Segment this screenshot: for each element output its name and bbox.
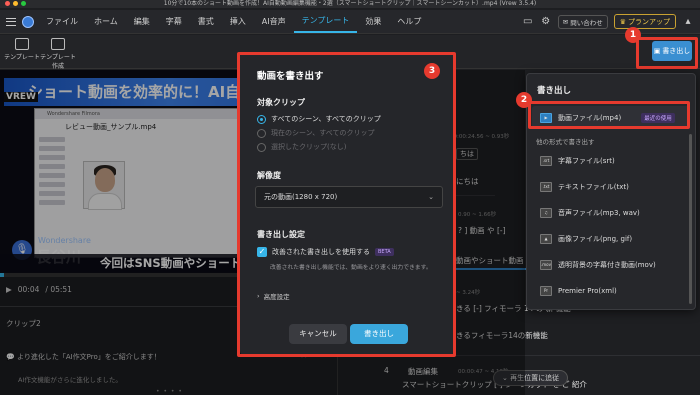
mail-icon: ✉ [562,17,569,26]
menu-template[interactable]: テンプレート [293,10,358,33]
image-icon: ▲ [540,234,552,244]
menu-home[interactable]: ホーム [86,10,126,33]
menu-list: ファイル ホーム 編集 字幕 書式 挿入 AI音声 テンプレート 効果 ヘルプ [38,10,429,33]
menubar: ファイル ホーム 編集 字幕 書式 挿入 AI音声 テンプレート 効果 ヘルプ … [0,10,700,34]
avatar[interactable] [22,15,34,28]
music-icon: ♫ [540,208,552,218]
mov-icon: .mov [540,260,552,270]
maximize-window-button[interactable] [21,1,26,6]
export-image-label: 画像ファイル(png, gif) [558,235,633,243]
menu-subtitle[interactable]: 字幕 [158,10,190,33]
template-create-label-2: 作成 [51,63,64,70]
other-formats-label: 他の形式で書き出す [536,138,595,146]
chevron-up-icon[interactable]: ▴ [682,16,694,28]
step-marker-2: 2 [516,92,532,108]
step-marker-1: 1 [625,27,641,43]
menubar-left [0,10,34,33]
contact-label: 問い合わせ [570,18,603,27]
export-dropdown-title: 書き出し [537,86,572,96]
dropdown-scrollbar[interactable] [689,134,692,304]
export-premiere-item[interactable]: Pr Premier Pro(xml) [540,286,617,296]
hamburger-icon[interactable] [6,17,16,26]
annotation-box-mp4 [528,101,690,129]
premiere-icon: Pr [540,286,552,296]
minimize-window-button[interactable] [13,1,18,6]
annotation-box-dialog [237,52,456,357]
menubar-right: ▭ ⚙ ✉ 問い合わせ ♛ プランアップ ▴ [522,14,694,29]
split-view-icon[interactable]: ▭ [522,16,534,28]
menu-file[interactable]: ファイル [38,10,86,33]
contact-button[interactable]: ✉ 問い合わせ [557,14,608,29]
menu-edit[interactable]: 編集 [126,10,158,33]
menu-effects[interactable]: 効果 [357,10,389,33]
gear-icon[interactable]: ⚙ [540,16,552,28]
app-window: 10分で10本のショート動画を作成！AI自動動画編集機能・2選（スマートショート… [0,0,700,395]
export-txt-label: テキストファイル(txt) [558,183,629,191]
export-audio-item[interactable]: ♫ 音声ファイル(mp3, wav) [540,208,640,218]
plan-label: プランアップ [628,17,670,26]
export-srt-label: 字幕ファイル(srt) [558,157,615,165]
export-audio-label: 音声ファイル(mp3, wav) [558,209,640,217]
srt-icon: .srt [540,156,552,166]
menu-help[interactable]: ヘルプ [389,10,429,33]
window-titlebar: 10分で10本のショート動画を作成！AI自動動画編集機能・2選（スマートショート… [0,0,700,8]
annotation-box-export [636,37,698,69]
template-create-button[interactable]: テンプレート 作成 [40,38,76,70]
window-controls [5,1,26,6]
step-marker-3: 3 [424,63,440,79]
txt-icon: .txt [540,182,552,192]
close-window-button[interactable] [5,1,10,6]
export-txt-item[interactable]: .txt テキストファイル(txt) [540,182,629,192]
crown-icon: ♛ [619,17,626,26]
export-mov-item[interactable]: .mov 透明背景の字幕付き動画(mov) [540,260,656,270]
template-create-label-1: テンプレート [40,54,76,61]
export-image-item[interactable]: ▲ 画像ファイル(png, gif) [540,234,632,244]
export-premiere-label: Premier Pro(xml) [558,287,617,295]
template-icon [15,38,29,50]
plan-upgrade-button[interactable]: ♛ プランアップ [613,14,676,29]
menu-ai-voice[interactable]: AI音声 [254,10,294,33]
menu-insert[interactable]: 挿入 [222,10,254,33]
template-create-icon [51,38,65,50]
export-mov-label: 透明背景の字幕付き動画(mov) [558,261,656,269]
template-tool-button[interactable]: テンプレート [4,38,40,61]
template-tool-label: テンプレート [4,54,40,61]
menu-format[interactable]: 書式 [190,10,222,33]
window-title: 10分で10本のショート動画を作成！AI自動動画編集機能・2選（スマートショート… [163,0,537,7]
export-srt-item[interactable]: .srt 字幕ファイル(srt) [540,156,615,166]
